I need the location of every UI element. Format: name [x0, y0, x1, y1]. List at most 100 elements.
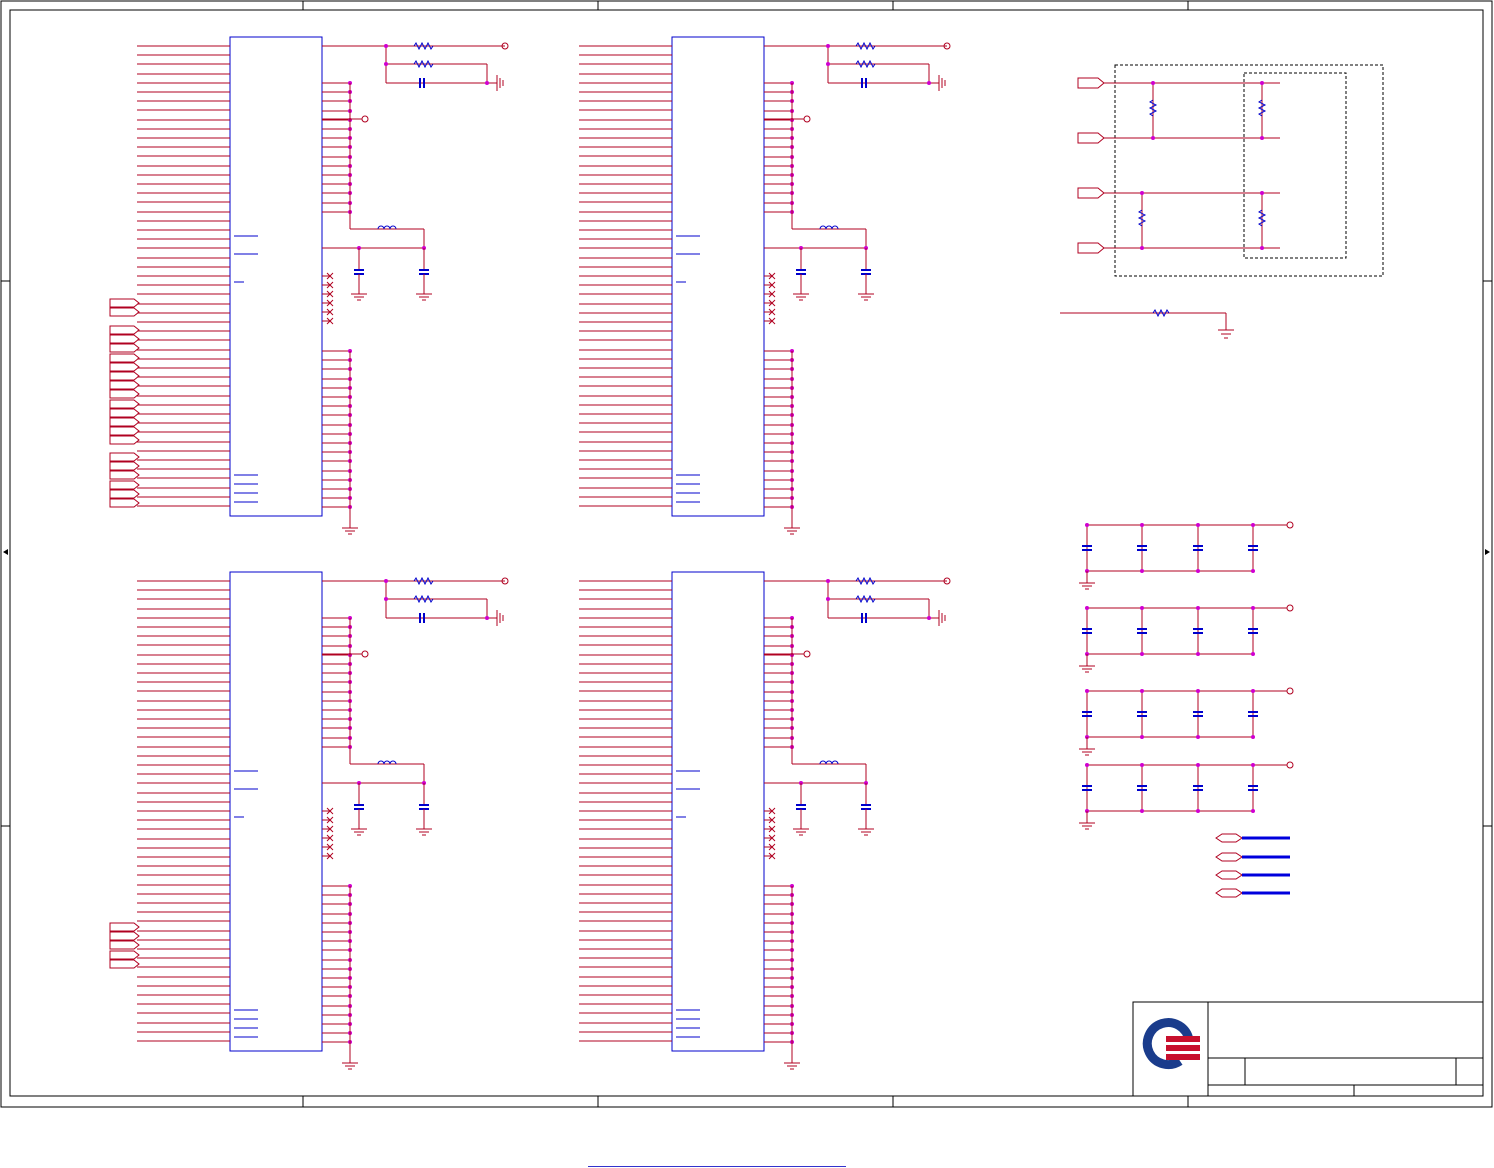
junction-dot	[1196, 689, 1200, 693]
junction-dot	[1140, 735, 1144, 739]
junction-dot	[1085, 689, 1089, 693]
junction-dot	[1140, 809, 1144, 813]
sheet-frame	[0, 0, 1493, 1108]
offpage-connector	[109, 417, 140, 427]
junction-dot	[1140, 523, 1144, 527]
quanta-logo	[1142, 1018, 1200, 1070]
schematic-sheet	[0, 0, 1493, 1108]
offpage-connector	[109, 950, 140, 960]
decoupling-capacitor-banks	[1079, 521, 1294, 830]
ground-symbol	[793, 821, 809, 836]
ground-pins	[322, 884, 358, 1070]
offpage-connector	[109, 399, 140, 409]
chassis-ground-symbol	[496, 610, 504, 626]
junction-dot	[1196, 523, 1200, 527]
junction-dot	[1251, 569, 1255, 573]
ground-symbol	[351, 821, 367, 836]
offpage-connector	[109, 389, 140, 399]
footer-link[interactable]	[588, 1150, 846, 1167]
junction-dot	[826, 44, 830, 48]
ground-symbol	[342, 1055, 358, 1070]
ground-pins	[764, 349, 800, 535]
junction-dot	[1085, 763, 1089, 767]
ground-symbol	[1079, 815, 1095, 830]
ground-pins	[322, 349, 358, 535]
junction-dot	[1196, 652, 1200, 656]
chassis-ground-symbol	[496, 75, 504, 91]
left-pins	[137, 580, 230, 1042]
offpage-connector	[109, 371, 140, 381]
capacitor-symbol	[419, 269, 429, 275]
junction-dot	[485, 81, 489, 85]
junction-dot	[1140, 652, 1144, 656]
power-port	[361, 650, 369, 658]
ground-symbol	[1079, 658, 1095, 673]
power-port	[361, 115, 369, 123]
pin-name-ticks	[234, 770, 258, 1038]
termination-junctions	[1140, 81, 1264, 250]
resistor-symbols	[1137, 99, 1267, 227]
ic-body	[671, 571, 765, 1052]
junction-dot	[826, 579, 830, 583]
capacitor-symbol	[796, 269, 806, 275]
junction-dot	[384, 597, 388, 601]
junction-dot	[1085, 606, 1089, 610]
junction-dot	[1251, 763, 1255, 767]
junction-dot	[927, 81, 931, 85]
junction-dot	[1251, 652, 1255, 656]
offpage-connector	[1077, 77, 1105, 254]
ground-symbol	[416, 286, 432, 301]
junction-dot	[384, 62, 388, 66]
junction-dot	[1251, 523, 1255, 527]
ground-symbol	[342, 520, 358, 535]
ground-symbol	[1079, 741, 1095, 756]
offpage-connector	[109, 480, 140, 490]
power-port	[1286, 761, 1294, 769]
offpage-connector	[109, 940, 140, 950]
right-pins	[322, 81, 432, 301]
offpage-connector	[109, 307, 140, 317]
capacitor-symbol	[861, 269, 871, 275]
pin-name-ticks	[676, 770, 700, 1038]
junction-dot	[1140, 569, 1144, 573]
junction-dot	[826, 62, 830, 66]
junction-dot	[1251, 606, 1255, 610]
chip-circuit-u-bottom-right	[579, 571, 951, 1070]
junction-dot	[1140, 689, 1144, 693]
capacitor-bank-3	[1079, 687, 1294, 756]
chip-circuits	[109, 36, 951, 1070]
junction-dot	[1196, 763, 1200, 767]
ground-symbol	[784, 1055, 800, 1070]
ground-symbol	[858, 821, 874, 836]
junction-dot	[1251, 735, 1255, 739]
left-pins	[137, 45, 230, 507]
offpage-connector	[109, 435, 140, 445]
offpage-connector	[109, 489, 140, 499]
capacitor-bank-1	[1079, 521, 1294, 590]
power-port	[803, 650, 811, 658]
junction-dot	[927, 616, 931, 620]
ic-body	[671, 36, 765, 517]
junction-dot	[1251, 689, 1255, 693]
capacitor-symbol	[354, 269, 364, 275]
termination-network	[1060, 64, 1384, 339]
junction-dot	[1196, 569, 1200, 573]
no-connect-marks	[764, 807, 776, 860]
offpage-connector	[109, 298, 140, 308]
right-pins	[764, 616, 874, 836]
chip-circuit-u-top-right	[579, 36, 951, 535]
junction-dot	[1085, 523, 1089, 527]
capacitor-symbol	[419, 804, 429, 810]
junction-dot	[826, 597, 830, 601]
offpage-connector	[109, 470, 140, 480]
power-port	[1286, 687, 1294, 695]
offpage-connector	[109, 380, 140, 390]
ic-body	[229, 36, 323, 517]
offpage-connector	[109, 408, 140, 418]
offpage-connector	[109, 325, 140, 335]
pin-name-ticks	[676, 235, 700, 503]
sheet-center-arrows	[3, 549, 1490, 555]
chassis-ground-symbol	[938, 610, 946, 626]
offpage-connector	[109, 353, 140, 363]
ground-symbol	[793, 286, 809, 301]
